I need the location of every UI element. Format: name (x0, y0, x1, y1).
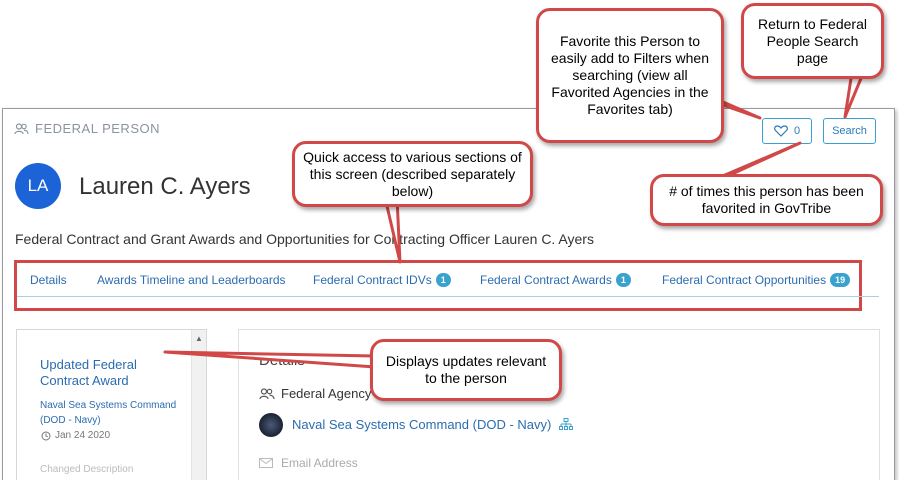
update-date: Jan 24 2020 (41, 430, 110, 441)
scroll-up-arrow-icon[interactable]: ▲ (195, 334, 203, 343)
tab-count-badge: 19 (830, 273, 851, 287)
agency-name: Naval Sea Systems Command (DOD - Navy) (292, 417, 552, 432)
email-label-text: Email Address (281, 456, 358, 470)
favorite-button[interactable]: 0 (762, 118, 812, 144)
search-button[interactable]: Search (823, 118, 876, 144)
details-heading: Details (259, 352, 305, 369)
heart-icon (774, 125, 788, 137)
email-label: Email Address (259, 456, 358, 470)
tab-label: Federal Contract IDVs (313, 273, 432, 287)
update-date-text: Jan 24 2020 (55, 430, 111, 441)
federal-agency-label: Federal Agency (259, 386, 371, 401)
avatar: LA (15, 163, 61, 209)
agency-link[interactable]: Naval Sea Systems Command (DOD - Navy) (292, 417, 574, 432)
update-next-item: Changed Description (40, 464, 134, 475)
tab-awards-timeline[interactable]: Awards Timeline and Leaderboards (97, 273, 286, 287)
tab-count-badge: 1 (615, 273, 631, 287)
envelope-icon (259, 458, 273, 468)
callout-favorite-count: # of times this person has been favorite… (650, 174, 883, 226)
page-type-label: FEDERAL PERSON (14, 121, 160, 136)
update-agency-link[interactable]: Naval Sea Systems Command (DOD - Navy) (40, 398, 180, 428)
tab-divider (17, 296, 879, 297)
tab-contract-opportunities[interactable]: Federal Contract Opportunities 19 (662, 273, 851, 287)
people-icon (14, 122, 29, 134)
tab-contract-awards[interactable]: Federal Contract Awards 1 (480, 273, 631, 287)
callout-return-search: Return to Federal People Search page (741, 3, 884, 79)
favorite-count: 0 (793, 125, 801, 137)
callout-quick-access: Quick access to various sections of this… (292, 141, 533, 207)
update-title-link[interactable]: Updated Federal Contract Award (40, 357, 170, 389)
org-chart-icon[interactable] (559, 418, 574, 431)
clock-icon (41, 431, 51, 440)
callout-updates: Displays updates relevant to the person (370, 339, 562, 401)
tab-contract-idvs[interactable]: Federal Contract IDVs 1 (313, 273, 451, 287)
federal-agency-text: Federal Agency (281, 386, 372, 401)
tab-label: Awards Timeline and Leaderboards (97, 273, 286, 287)
tab-count-badge: 1 (435, 273, 451, 287)
callout-favorite: Favorite this Person to easily add to Fi… (536, 8, 724, 143)
page-type-text: FEDERAL PERSON (35, 121, 160, 136)
person-subtitle: Federal Contract and Grant Awards and Op… (15, 231, 594, 247)
tab-details[interactable]: Details (30, 273, 67, 287)
tab-label: Federal Contract Awards (480, 273, 612, 287)
tab-label: Details (30, 273, 67, 287)
updates-scrollbar[interactable] (191, 330, 206, 480)
people-icon (259, 387, 275, 399)
tab-label: Federal Contract Opportunities (662, 273, 827, 287)
person-name: Lauren C. Ayers (79, 173, 251, 200)
agency-seal (259, 413, 283, 437)
